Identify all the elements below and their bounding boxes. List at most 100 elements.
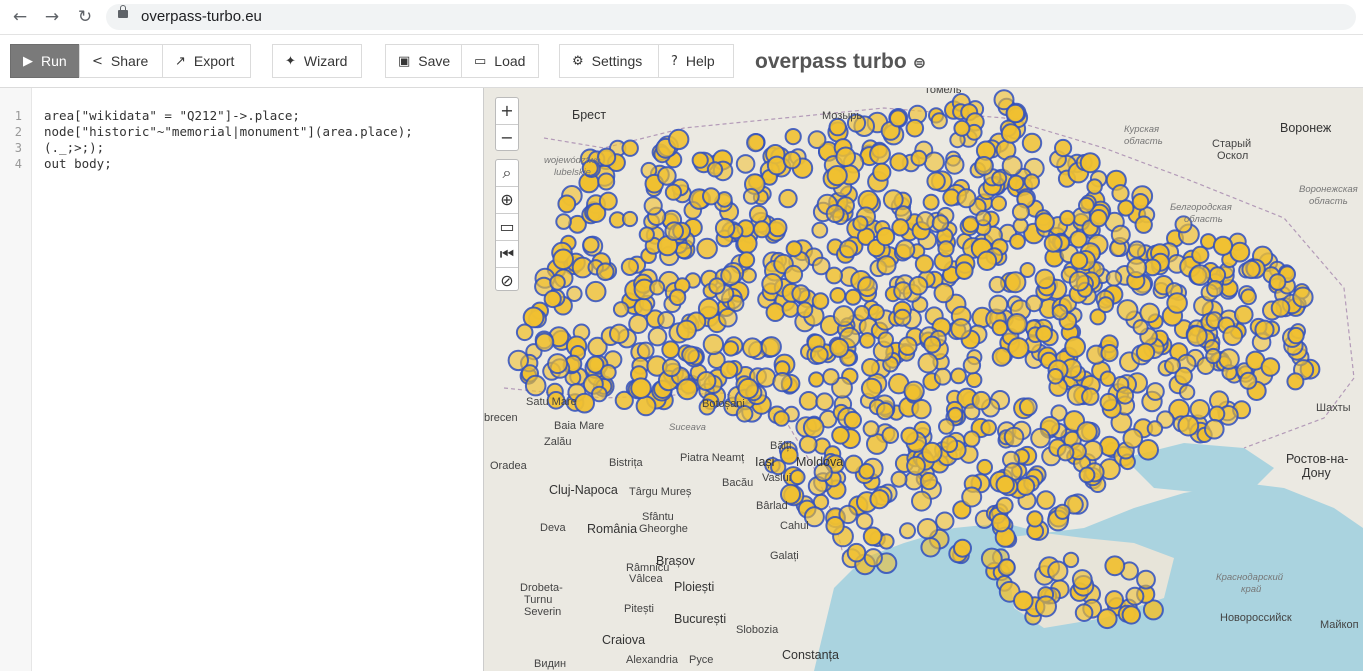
query-editor[interactable]: 1 2 3 4 area["wikidata" = "Q212"]->.plac… [0,88,484,671]
map-marker[interactable] [1208,405,1226,423]
map-marker[interactable] [862,420,880,438]
code-line[interactable]: out body; [44,156,112,171]
map-marker[interactable] [863,548,883,568]
map-marker[interactable] [783,264,804,285]
map-marker[interactable] [844,288,862,306]
map-marker[interactable] [920,537,941,558]
map-marker[interactable] [1186,325,1208,347]
map-marker[interactable] [633,297,653,317]
map-marker[interactable] [825,266,844,285]
map-marker[interactable] [552,248,574,271]
map-marker[interactable] [600,364,617,381]
map-marker[interactable] [585,280,607,303]
map-marker[interactable] [915,211,936,231]
map-marker[interactable] [876,227,896,247]
map-marker[interactable] [914,254,934,274]
map-marker[interactable] [1078,196,1095,214]
map-marker[interactable] [1059,209,1076,227]
map-marker[interactable] [1122,428,1144,449]
map-marker[interactable] [742,337,763,359]
map-marker[interactable] [708,277,726,295]
map-marker[interactable] [1035,325,1053,343]
map-marker[interactable] [636,341,655,360]
map-marker[interactable] [935,511,955,531]
map-marker[interactable] [1189,264,1211,287]
map-marker[interactable] [1007,174,1025,192]
map-marker[interactable] [1287,326,1305,345]
map-marker[interactable] [1016,476,1036,496]
map-marker[interactable] [872,162,892,182]
map-marker[interactable] [1146,420,1164,437]
map-marker[interactable] [881,426,900,445]
map-marker[interactable] [555,213,572,230]
map-marker[interactable] [1116,299,1139,321]
map-marker[interactable] [843,410,862,430]
map-marker[interactable] [1212,235,1234,256]
map-marker[interactable] [916,518,939,540]
map-marker[interactable] [1099,370,1116,387]
map-marker[interactable] [811,292,830,310]
map-marker[interactable] [852,215,869,232]
map-marker[interactable] [991,512,1011,533]
map-marker[interactable] [612,301,630,318]
map-marker[interactable] [1121,605,1141,625]
map-marker[interactable] [778,188,798,209]
map-marker[interactable] [975,209,992,227]
map-marker[interactable] [628,313,649,334]
reload-icon[interactable]: ↻ [75,7,95,27]
map-marker[interactable] [582,236,600,254]
map-marker[interactable] [853,305,870,322]
map-marker[interactable] [860,377,883,400]
map-marker[interactable] [1204,418,1225,440]
map-marker[interactable] [947,406,964,423]
map-marker[interactable] [638,226,655,243]
map-marker[interactable] [591,385,608,403]
map-marker[interactable] [997,558,1016,577]
map-marker[interactable] [976,250,998,272]
map-marker[interactable] [1007,337,1030,360]
map-marker[interactable] [696,237,718,260]
map-marker[interactable] [661,340,680,360]
code-line[interactable]: area["wikidata" = "Q212"]->.place; [44,108,300,123]
map-marker[interactable] [1166,292,1188,314]
map-marker[interactable] [1104,590,1124,610]
map-marker[interactable] [1234,304,1254,325]
map-marker[interactable] [1079,152,1101,174]
map-marker[interactable] [858,463,875,480]
map-marker[interactable] [534,332,555,352]
map-marker[interactable] [1164,357,1181,374]
wizard-button[interactable]: ✦ Wizard [272,44,362,78]
help-button[interactable]: ? Help [658,44,734,78]
map-marker[interactable] [668,128,690,151]
map-marker[interactable] [835,146,857,168]
map-marker[interactable] [953,538,972,558]
map-marker[interactable] [1268,273,1287,291]
map-marker[interactable] [597,147,617,167]
map-marker[interactable] [988,294,1009,315]
map-marker[interactable] [1074,603,1094,623]
map-marker[interactable] [995,475,1015,495]
map-marker[interactable] [1292,286,1314,308]
map-marker[interactable] [1254,319,1275,340]
map-marker[interactable] [826,165,848,187]
map-marker[interactable] [1126,257,1148,279]
map-marker[interactable] [722,340,740,357]
map-marker[interactable] [1125,586,1145,606]
map-marker[interactable] [822,368,840,386]
map-marker[interactable] [643,196,663,216]
map-marker[interactable] [714,217,736,239]
map-marker[interactable] [950,367,967,385]
map-marker[interactable] [859,332,876,349]
map-marker[interactable] [798,391,819,411]
map-marker[interactable] [869,489,890,510]
map-marker[interactable] [1034,212,1055,233]
map-marker[interactable] [781,300,800,318]
map-marker[interactable] [1205,347,1222,365]
map-marker[interactable] [746,133,766,153]
map-marker[interactable] [974,156,994,176]
map-marker[interactable] [1218,348,1240,370]
map-marker[interactable] [635,395,657,417]
map-marker[interactable] [893,308,912,327]
map-marker[interactable] [906,455,926,476]
map-marker[interactable] [923,335,942,354]
